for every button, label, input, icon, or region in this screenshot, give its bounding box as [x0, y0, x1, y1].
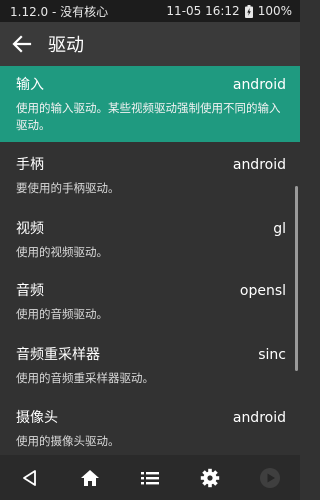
battery-level: 100%	[257, 4, 292, 18]
battery-charging-icon	[244, 4, 253, 18]
page-title: 驱动	[48, 35, 84, 56]
setting-description: 使用的输入驱动。某些视频驱动强制使用不同的输入驱动。	[16, 101, 281, 132]
setting-description: 使用的音频驱动。	[16, 307, 108, 321]
setting-label: 摄像头	[16, 410, 58, 426]
home-icon	[81, 469, 99, 486]
setting-joypad-driver[interactable]: 手柄 android 要使用的手柄驱动。	[0, 146, 300, 206]
setting-label: 音频	[16, 283, 44, 299]
setting-label: 手柄	[16, 157, 44, 173]
setting-audio-driver[interactable]: 音频 opensl 使用的音频驱动。	[0, 272, 300, 332]
list-scrollbar[interactable]	[295, 186, 298, 371]
nav-list-button[interactable]	[132, 460, 168, 496]
setting-input-driver[interactable]: 输入 android 使用的输入驱动。某些视频驱动强制使用不同的输入驱动。	[0, 66, 300, 142]
status-bar: 1.12.0 - 没有核心 11-05 16:12 100%	[0, 0, 300, 22]
setting-video-driver[interactable]: 视频 gl 使用的视频驱动。	[0, 210, 300, 270]
status-left-text: 1.12.0 - 没有核心	[10, 4, 109, 19]
setting-value: android	[232, 157, 286, 173]
setting-label: 视频	[16, 221, 44, 237]
setting-camera-driver[interactable]: 摄像头 android 使用的摄像头驱动。	[0, 399, 300, 455]
status-time: 11-05 16:12	[166, 4, 240, 18]
setting-value: opensl	[239, 283, 286, 299]
gear-icon	[200, 468, 220, 487]
driver-settings-list[interactable]: 输入 android 使用的输入驱动。某些视频驱动强制使用不同的输入驱动。 手柄…	[0, 66, 300, 455]
nav-back-button[interactable]	[12, 460, 48, 496]
bottom-nav-bar	[0, 455, 300, 500]
setting-label: 音频重采样器	[16, 347, 100, 363]
back-arrow-button[interactable]	[10, 32, 34, 56]
arrow-left-icon	[12, 35, 32, 53]
setting-description: 使用的视频驱动。	[16, 245, 108, 259]
app-bar: 驱动	[0, 22, 300, 66]
list-icon	[141, 471, 159, 484]
setting-description: 使用的音频重采样器驱动。	[16, 371, 154, 385]
setting-audio-resampler-driver[interactable]: 音频重采样器 sinc 使用的音频重采样器驱动。	[0, 336, 300, 396]
setting-value: sinc	[258, 347, 286, 363]
nav-run-button[interactable]	[252, 460, 288, 496]
setting-value: android	[232, 77, 286, 93]
play-icon	[260, 467, 280, 488]
setting-description: 要使用的手柄驱动。	[16, 181, 120, 195]
nav-settings-button[interactable]	[192, 460, 228, 496]
setting-label: 输入	[16, 77, 44, 93]
setting-description: 使用的摄像头驱动。	[16, 434, 120, 448]
setting-value: gl	[273, 221, 286, 237]
back-icon	[23, 469, 36, 486]
nav-home-button[interactable]	[72, 460, 108, 496]
setting-value: android	[232, 410, 286, 426]
